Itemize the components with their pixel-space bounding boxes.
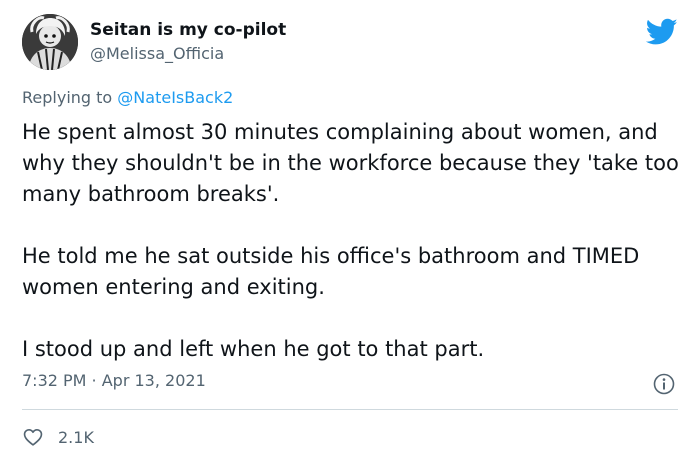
author-handle[interactable]: @Melissa_Officia: [90, 44, 224, 63]
twitter-bird-icon[interactable]: [645, 18, 678, 46]
divider: [22, 409, 678, 410]
heart-icon[interactable]: [22, 426, 44, 448]
like-count: 2.1K: [58, 427, 94, 447]
tweet-timestamp[interactable]: 7:32 PM · Apr 13, 2021: [22, 371, 206, 390]
tweet-text: He spent almost 30 minutes complaining a…: [22, 117, 682, 365]
tweet-card: Seitan is my co-pilot @Melissa_Officia R…: [0, 0, 700, 463]
author-display-name[interactable]: Seitan is my co-pilot: [90, 20, 286, 40]
like-button[interactable]: 2.1K: [22, 425, 94, 449]
reply-context: Replying to @NateIsBack2: [22, 88, 233, 107]
tweet-paragraph: He told me he sat outside his office's b…: [22, 244, 640, 299]
reply-prefix: Replying to: [22, 88, 113, 107]
tweet-paragraph: He spent almost 30 minutes complaining a…: [22, 120, 679, 206]
tweet-paragraph: I stood up and left when he got to that …: [22, 337, 485, 361]
avatar[interactable]: [22, 14, 78, 70]
info-icon[interactable]: [652, 372, 676, 396]
avatar-image: [22, 14, 78, 70]
reply-mention-link[interactable]: @NateIsBack2: [117, 88, 233, 107]
